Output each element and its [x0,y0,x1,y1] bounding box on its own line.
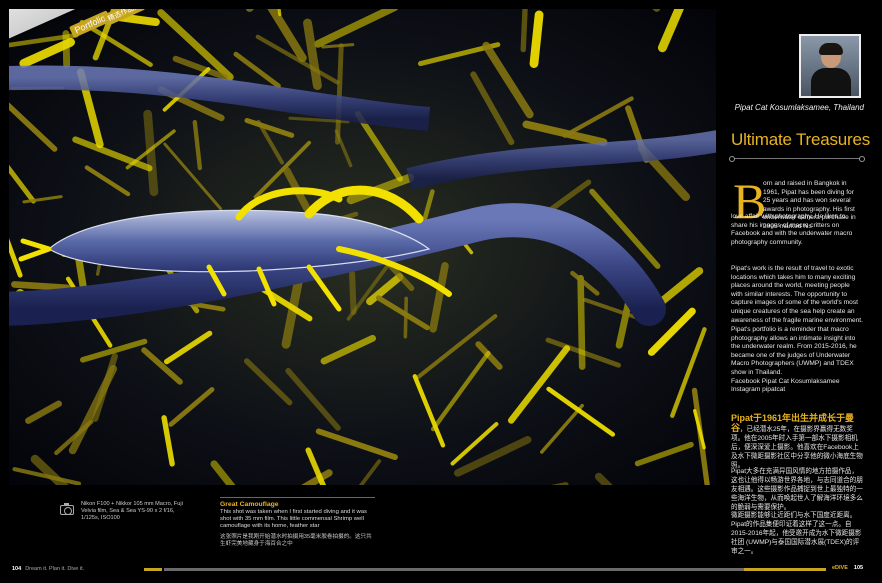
main-photo: Portfolio 精选作品集 [9,9,716,485]
camera-icon [60,503,74,515]
left-page-number: 104 [12,566,22,572]
caption-text: This shot was taken when I first started… [220,509,368,530]
portfolio-tab: Portfolio 精选作品集 [9,9,209,81]
footer-bar [164,568,824,571]
portrait-hair [819,43,843,55]
frond-stroke [403,296,408,339]
headline-divider [729,156,865,162]
chinese-paragraph-1: Pipat于1961年出生并成长于曼谷，已经潜水25年，在摄影界赢得无数奖项。他… [731,414,863,470]
body-paragraph-1-rest: love affair with photography. He likes t… [731,213,853,246]
frond-stroke [11,281,71,292]
tab-section-label-cn: 精选作品集 [103,9,146,26]
camera-specs: Nikon F100 + Nikkor 105 mm Macro, Fuji V… [81,501,183,521]
caption-text-cn: 这张照片是我刚开始潜水时拍摄用35毫米胶卷拍摄的。这只共生虾完美地藏身于海百合之… [220,533,372,547]
right-page-number: 105 [853,565,864,571]
footer-left: 104 Dream it. Plan it. Dive it. [12,566,84,572]
article-headline: Ultimate Treasures [731,130,871,149]
brand-logo: eDIVE [832,565,848,571]
frond-stroke [577,274,586,370]
frond-stroke [520,9,528,53]
frond-stroke [349,270,357,315]
footer-accent-left [144,568,162,571]
footer-tagline: Dream it. Plan it. Dive it. [25,566,85,572]
footer-accent-right [744,568,826,571]
photo-caption: Great Camouflage This shot was taken whe… [220,497,375,548]
frond-stroke [529,10,544,68]
chinese-paragraph-3: 微距摄影能够让近距们与水下国度近距离。Pipat的作品集便印证着这样了这一点。自… [731,512,862,555]
author-byline: Pipat Cat Kosumlaksamee, Thailand [734,103,864,112]
author-portrait [799,34,861,98]
chinese-paragraph-1-text: ，已经潜水25年，在摄影界赢得无数奖项。他在2005年时入手第一部水下摄影相机后… [731,426,863,469]
footer-right: eDIVE 105 [832,565,863,571]
portrait-body [811,68,851,96]
body-paragraph-2: Pipat's work is the result of travel to … [731,265,863,324]
chinese-paragraph-2: Pipat大多在充满异国风情的地方拍摄作品，这也让他得以畅游世界各地，与志同道合… [731,468,863,511]
instagram-link[interactable]: Instagram pipatcat [731,386,863,395]
body-paragraph-3: Pipat's portfolio is a reminder that mac… [731,326,857,376]
caption-title: Great Camouflage [220,497,375,509]
